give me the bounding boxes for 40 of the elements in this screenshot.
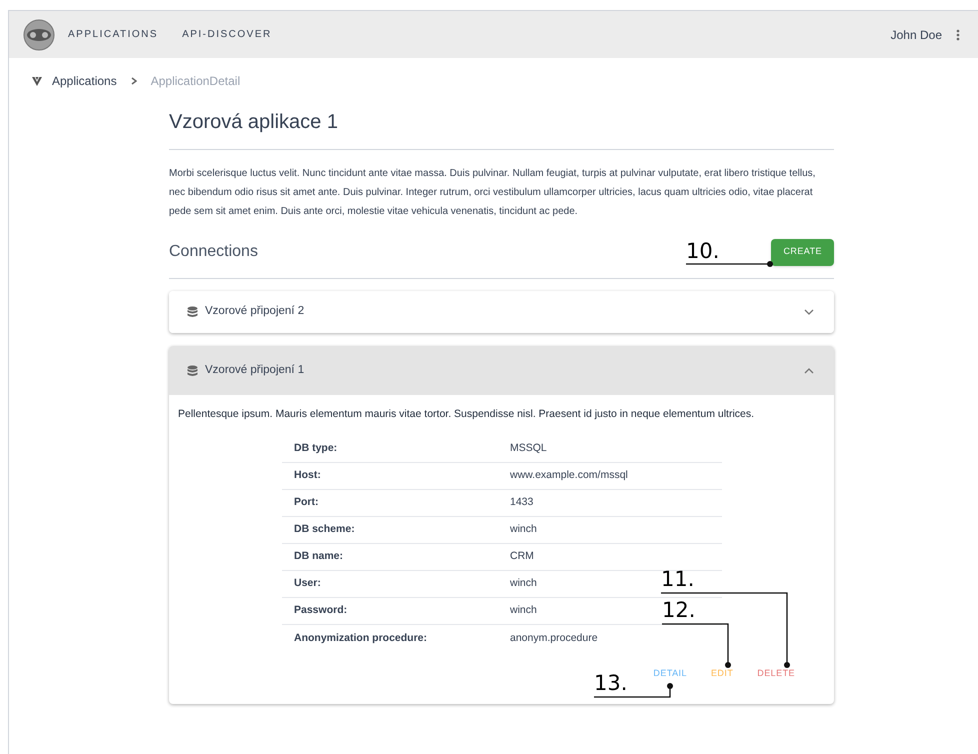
database-icon bbox=[187, 364, 198, 376]
section-heading: Connections bbox=[169, 242, 258, 262]
detail-value: CRM bbox=[510, 550, 534, 562]
chevron-down-icon[interactable] bbox=[804, 309, 814, 315]
detail-label: DB name: bbox=[282, 544, 510, 571]
chevron-right-icon bbox=[130, 77, 137, 85]
panel-header[interactable]: Vzorové připojení 2 bbox=[169, 291, 834, 333]
detail-value: winch bbox=[510, 604, 537, 616]
detail-label: User: bbox=[282, 570, 510, 598]
chevron-up-icon[interactable] bbox=[804, 368, 814, 374]
page-title: Vzorová aplikace 1 bbox=[169, 110, 339, 135]
detail-label: DB type: bbox=[282, 436, 510, 463]
detail-value: MSSQL bbox=[510, 442, 547, 454]
detail-label: Host: bbox=[282, 462, 510, 490]
gem-icon bbox=[32, 76, 42, 86]
nav-link[interactable]: API-DISCOVER bbox=[182, 27, 272, 42]
panel-title: Vzorové připojení 2 bbox=[205, 304, 306, 320]
detail-label: Password: bbox=[282, 598, 510, 625]
detail-value: www.example.com/mssql bbox=[510, 469, 628, 482]
detail-value: 1433 bbox=[510, 496, 534, 508]
detail-label: DB scheme: bbox=[282, 516, 510, 544]
detail-label: Anonymization procedure: bbox=[282, 624, 510, 652]
nav-link[interactable]: APPLICATIONS bbox=[68, 27, 158, 42]
callout-number: 11. bbox=[661, 568, 694, 590]
callout-number: 10. bbox=[686, 240, 720, 262]
detail-label: Port: bbox=[282, 490, 510, 517]
panel-description: Pellentesque ipsum. Mauris elementum mauris vitae tortor. Suspendisse nisl. Praesent id justo in neque elementum ultrices. bbox=[178, 407, 756, 422]
mask-logo-icon[interactable] bbox=[23, 18, 55, 50]
callout-number: 13. bbox=[594, 672, 628, 694]
detail-value: winch bbox=[510, 523, 537, 536]
more-vertical-icon[interactable] bbox=[956, 28, 960, 40]
callout-number: 12. bbox=[662, 599, 696, 621]
breadcrumb-link[interactable]: Applications bbox=[52, 72, 117, 90]
panel-header[interactable]: Vzorové připojení 1 bbox=[169, 346, 834, 395]
user-name[interactable]: John Doe bbox=[890, 26, 942, 44]
description-text: Morbi scelerisque luctus velit. Nunc tincidunt ante vitae massa. Duis pulvinar. Nullam feugiat, turpis at pulvinar vulputate, erat libero tristique tellus, nec bibendum odio risus sit amet ante. Duis pulvinar. Integer rutrum, orci vestibulum ullamcorper ultricies, lacus quam ultricies odio, vitae placerat pede sem sit amet enim. Duis ante orci, molestie vitae vehicula venenatis, tincidunt ac pede. bbox=[169, 167, 816, 219]
detail-value: anonym.procedure bbox=[510, 632, 598, 644]
detail-value: winch bbox=[510, 577, 537, 590]
panel-title: Vzorové připojení 1 bbox=[205, 362, 306, 378]
database-icon bbox=[187, 306, 198, 318]
